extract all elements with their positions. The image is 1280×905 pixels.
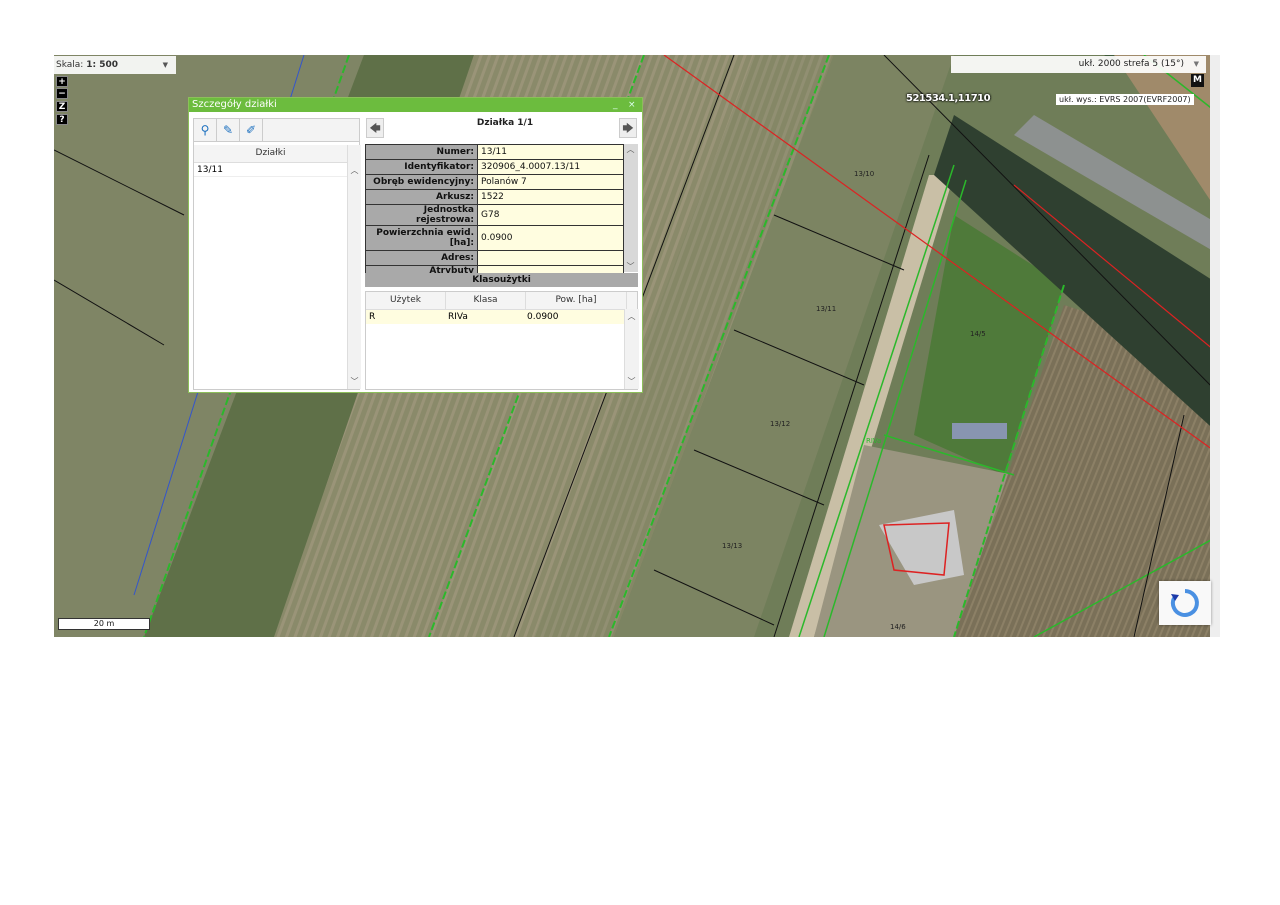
table-row: Numer: 13/11 <box>365 144 624 160</box>
attr-value: 1522 <box>477 189 624 205</box>
chevron-up-icon[interactable]: ︿ <box>348 165 361 176</box>
zoom-out-button[interactable]: − <box>56 88 68 99</box>
chevron-down-icon[interactable]: ﹀ <box>624 261 637 272</box>
crs-value: ukł. 2000 strefa 5 (15°) <box>1078 59 1184 69</box>
attr-value <box>477 250 624 266</box>
cell-uzytek: R <box>369 312 376 322</box>
landuse-label: RIVa <box>866 437 882 445</box>
scale-select[interactable]: Skala: 1: 500 ▼ <box>54 56 176 74</box>
list-scrollbar[interactable]: ︿ ﹀ <box>347 145 361 389</box>
table-row[interactable]: R RIVa 0.0900 <box>366 310 624 324</box>
table-header: Użytek Klasa Pow. [ha] <box>366 292 637 310</box>
chevron-up-icon[interactable]: ︿ <box>624 144 637 155</box>
parcel-label: 13/10 <box>854 170 875 178</box>
parcel-label: 13/13 <box>722 542 743 550</box>
dropdown-arrow-icon: ▼ <box>162 61 168 69</box>
list-item[interactable]: 13/11 <box>194 163 347 177</box>
parcel-details-dialog: Szczegóły działki _ × ⚲ ✎ ✐ Działki 13/1… <box>188 97 643 393</box>
dialog-title: Szczegóły działki <box>192 99 277 110</box>
help-button[interactable]: ? <box>56 114 68 125</box>
crs-select[interactable]: ukł. 2000 strefa 5 (15°) ▼ <box>951 56 1206 73</box>
attr-value: 0.0900 <box>477 225 624 251</box>
parcel-label: 14/5 <box>970 330 986 338</box>
cursor-coordinates: 521534.1,11710 <box>906 93 991 104</box>
scale-bar: 20 m <box>58 618 150 630</box>
attr-value: 320906_4.0007.13/11 <box>477 159 624 175</box>
klasouzytki-header: Klasoużytki <box>365 273 638 287</box>
table-row: Adres: <box>365 250 624 266</box>
zoom-in-button[interactable]: + <box>56 76 68 87</box>
attr-value: G78 <box>477 204 624 226</box>
scale-value: 1: 500 <box>86 60 118 70</box>
attributes-table: Numer: 13/11 Identyfikator: 320906_4.0007.… <box>365 144 624 287</box>
attr-value: 13/11 <box>477 144 624 160</box>
attr-label: Powierzchnia ewid. [ha]: <box>365 225 478 251</box>
table-row: Arkusz: 1522 <box>365 189 624 205</box>
vertical-crs-label: ukł. wys.: EVRS 2007(EVRF2007) <box>1056 94 1194 105</box>
attr-label: Identyfikator: <box>365 159 478 175</box>
cell-klasa: RIVa <box>448 312 468 322</box>
klasouzytki-table: Użytek Klasa Pow. [ha] R RIVa 0.0900 ︿ ﹀ <box>365 291 639 390</box>
attr-label: Obręb ewidencyjny: <box>365 174 478 190</box>
column-header[interactable]: Użytek <box>366 292 446 309</box>
chevron-down-icon[interactable]: ﹀ <box>348 376 361 387</box>
parcel-label: 13/11 <box>816 305 837 313</box>
recaptcha-badge[interactable] <box>1159 581 1211 625</box>
chevron-down-icon[interactable]: ﹀ <box>625 376 638 387</box>
recaptcha-icon <box>1170 589 1199 617</box>
attr-value: Polanów 7 <box>477 174 624 190</box>
attr-label: Adres: <box>365 250 478 266</box>
table-row: Powierzchnia ewid. [ha]: 0.0900 <box>365 225 624 251</box>
attr-label: Arkusz: <box>365 189 478 205</box>
prev-button[interactable]: 🡄 <box>366 118 384 138</box>
minimize-button[interactable]: _ <box>613 98 618 112</box>
chevron-up-icon[interactable]: ︿ <box>625 311 638 322</box>
close-button[interactable]: × <box>628 98 636 112</box>
dropdown-arrow-icon: ▼ <box>1193 60 1199 68</box>
pen-icon[interactable]: ✐ <box>240 119 263 141</box>
attr-label: Jednostka rejestrowa: <box>365 204 478 226</box>
list-header: Działki <box>194 145 347 163</box>
map-right-edge <box>1210 55 1220 637</box>
record-title: Działka 1/1 <box>476 118 534 128</box>
attr-label: Numer: <box>365 144 478 160</box>
attributes-scrollbar[interactable]: ︿ ﹀ <box>624 144 638 272</box>
toolbar: ⚲ ✎ ✐ <box>194 119 359 142</box>
parcel-label: 14/6 <box>890 623 906 631</box>
scale-label: Skala: <box>56 60 84 70</box>
cell-pow: 0.0900 <box>527 312 559 322</box>
dialog-titlebar[interactable]: Szczegóły działki _ × <box>189 98 642 112</box>
zoom-extent-button[interactable]: Z <box>56 101 68 112</box>
parcel-list-panel: ⚲ ✎ ✐ Działki 13/11 ︿ ﹀ <box>193 118 361 390</box>
m-button[interactable]: M <box>1191 74 1204 87</box>
column-header[interactable]: Pow. [ha] <box>526 292 627 309</box>
klasouzytki-scrollbar[interactable]: ︿ ﹀ <box>624 309 639 389</box>
column-header[interactable]: Klasa <box>446 292 526 309</box>
table-row: Identyfikator: 320906_4.0007.13/11 <box>365 159 624 175</box>
edit-icon[interactable]: ✎ <box>217 119 240 141</box>
table-row: Obręb ewidencyjny: Polanów 7 <box>365 174 624 190</box>
table-row: Jednostka rejestrowa: G78 <box>365 204 624 226</box>
locate-parcel-icon[interactable]: ⚲ <box>194 119 217 141</box>
parcel-label: 13/12 <box>770 420 791 428</box>
